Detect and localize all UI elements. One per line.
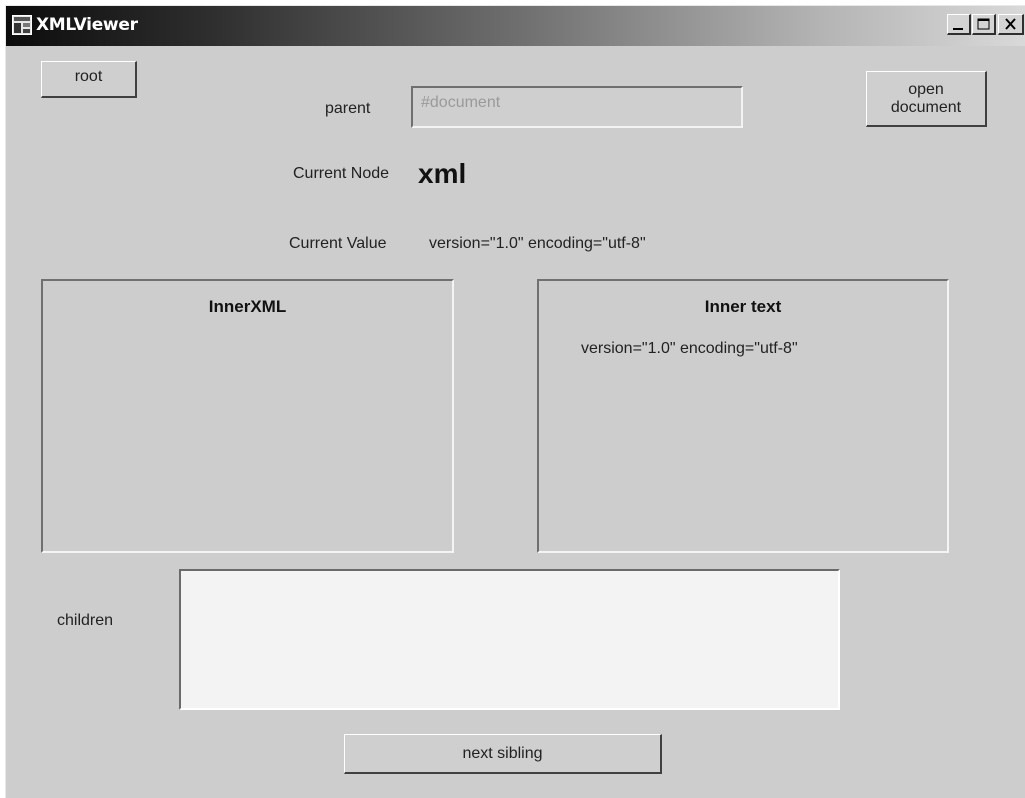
inner-text-title: Inner text [704, 297, 782, 316]
next-sibling-button[interactable]: next sibling [344, 734, 662, 774]
title-bar[interactable]: XMLViewer [6, 6, 1025, 46]
children-label: children [57, 612, 114, 629]
open-document-button[interactable]: open document [866, 71, 987, 127]
maximize-icon [977, 18, 990, 30]
children-listbox[interactable] [179, 569, 840, 710]
inner-text-panel: Inner text version="1.0" encoding="utf-8… [537, 279, 949, 553]
minimize-button[interactable] [947, 14, 971, 35]
app-window: XMLViewer root parent #document open doc… [5, 5, 1025, 798]
current-value-text: version="1.0" encoding="utf-8" [429, 235, 646, 252]
app-icon [12, 15, 32, 35]
inner-text-content: version="1.0" encoding="utf-8" [581, 340, 798, 357]
root-button[interactable]: root [41, 61, 137, 98]
close-icon [1005, 18, 1016, 30]
minimize-icon [953, 28, 963, 30]
parent-label: parent [325, 100, 371, 117]
inner-xml-title: InnerXML [208, 297, 287, 316]
parent-field[interactable]: #document [411, 86, 743, 128]
maximize-button[interactable] [972, 14, 996, 35]
current-node-label: Current Node [293, 165, 390, 182]
inner-xml-panel: InnerXML [41, 279, 454, 553]
window-title: XMLViewer [36, 15, 138, 35]
close-button[interactable] [998, 14, 1024, 35]
current-value-label: Current Value [289, 235, 387, 252]
current-node-value: xml [418, 158, 467, 189]
